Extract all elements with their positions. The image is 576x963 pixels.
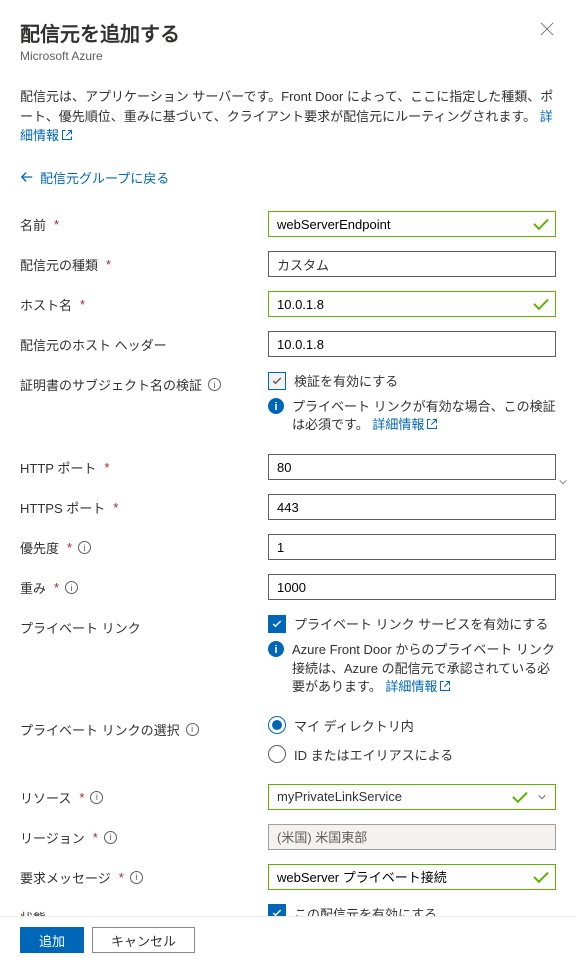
cert-enable-checkbox — [268, 372, 286, 390]
private-link-learn-more-link[interactable]: 詳細情報 — [385, 679, 451, 694]
private-link-checkbox[interactable] — [268, 615, 286, 633]
hostname-input[interactable] — [268, 291, 556, 317]
intro-text: 配信元は、アプリケーション サーバーです。Front Door によって、ここに… — [20, 87, 556, 146]
resource-select[interactable]: myPrivateLinkService — [268, 784, 556, 810]
https-port-label: HTTPS ポート — [20, 498, 105, 517]
origin-type-select[interactable]: カスタム — [268, 251, 556, 277]
info-icon: i — [268, 641, 284, 657]
info-icon[interactable]: i — [208, 378, 221, 391]
pl-radio-directory[interactable]: マイ ディレクトリ内 — [268, 716, 556, 735]
panel-title: 配信元を追加する — [20, 18, 180, 47]
priority-input[interactable] — [268, 534, 556, 560]
svg-text:i: i — [274, 401, 277, 413]
info-icon[interactable]: i — [186, 723, 199, 736]
close-icon[interactable] — [540, 22, 556, 38]
info-icon[interactable]: i — [130, 871, 143, 884]
request-message-label: 要求メッセージ — [20, 868, 111, 887]
name-label: 名前 — [20, 215, 46, 234]
host-header-label: 配信元のホスト ヘッダー — [20, 335, 167, 354]
pl-select-label: プライベート リンクの選択 — [20, 720, 180, 739]
http-port-input[interactable] — [268, 454, 556, 480]
cancel-button[interactable]: キャンセル — [92, 927, 195, 953]
info-icon[interactable]: i — [78, 541, 91, 554]
pl-radio-id-alias[interactable]: ID またはエイリアスによる — [268, 745, 556, 764]
http-port-label: HTTP ポート — [20, 458, 96, 477]
info-icon[interactable]: i — [90, 791, 103, 804]
https-port-input[interactable] — [268, 494, 556, 520]
panel-subtitle: Microsoft Azure — [20, 49, 180, 63]
hostname-label: ホスト名 — [20, 295, 72, 314]
private-link-checkbox-label: プライベート リンク サービスを有効にする — [294, 614, 548, 633]
cert-subject-label: 証明書のサブジェクト名の検証 — [20, 375, 202, 394]
host-header-input[interactable] — [268, 331, 556, 357]
radio-icon — [268, 745, 286, 763]
request-message-input[interactable] — [268, 864, 556, 890]
weight-label: 重み — [20, 578, 46, 597]
info-icon[interactable]: i — [65, 581, 78, 594]
radio-icon — [268, 716, 286, 734]
cert-learn-more-link[interactable]: 詳細情報 — [372, 417, 438, 432]
info-icon[interactable]: i — [104, 831, 117, 844]
private-link-label: プライベート リンク — [20, 618, 141, 637]
region-label: リージョン — [20, 828, 85, 847]
origin-type-label: 配信元の種類 — [20, 255, 98, 274]
info-icon: i — [268, 398, 284, 414]
resource-label: リソース — [20, 788, 71, 807]
priority-label: 優先度 — [20, 538, 59, 557]
svg-text:i: i — [274, 644, 277, 656]
name-input[interactable] — [268, 211, 556, 237]
weight-input[interactable] — [268, 574, 556, 600]
region-select: (米国) 米国東部 — [268, 824, 556, 850]
add-button[interactable]: 追加 — [20, 927, 84, 953]
cert-enable-label: 検証を有効にする — [294, 371, 398, 390]
back-link[interactable]: 配信元グループに戻る — [20, 168, 169, 187]
